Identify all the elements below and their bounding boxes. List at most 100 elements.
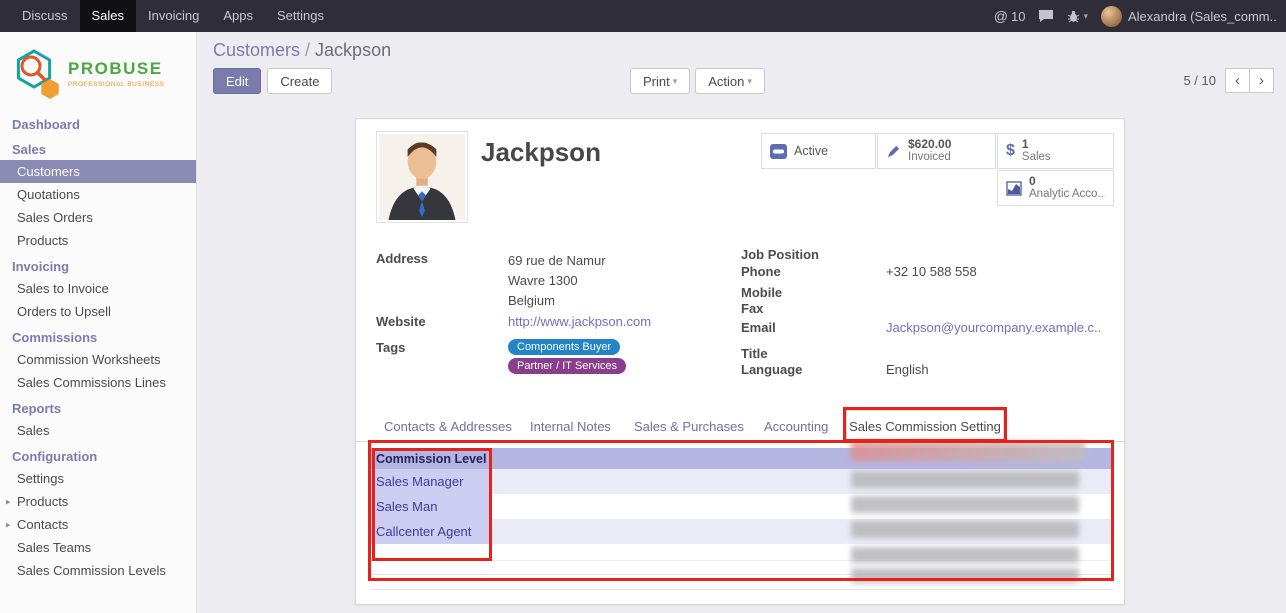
sidebar-item-label: Contacts [17,517,68,532]
active-label: Active [794,144,828,158]
language-label: Language [741,362,802,377]
sidebar-item-config-settings[interactable]: Settings [0,467,196,490]
sidebar-item-orders-to-upsell[interactable]: Orders to Upsell [0,300,196,323]
stat-analytic-accounts[interactable]: 0 Analytic Acco... [997,170,1114,206]
address-line-3: Belgium [508,291,606,311]
sidebar-section-configuration[interactable]: Configuration [0,442,196,467]
sidebar-item-sales-to-invoice[interactable]: Sales to Invoice [0,277,196,300]
language-value: English [886,362,929,377]
sidebar-item-commission-worksheets[interactable]: Commission Worksheets [0,348,196,371]
app-logo[interactable]: PROBUSE PROFESSIONAL BUSINESS [0,32,196,110]
sidebar-section-dashboard[interactable]: Dashboard [0,110,196,135]
sidebar-nav: Dashboard Sales Customers Quotations Sal… [0,110,196,582]
email-link[interactable]: Jackpson@yourcompany.example.c.. [886,320,1101,335]
table-separator-line [370,589,1114,590]
tag-components-buyer[interactable]: Components Buyer [508,339,620,355]
pager-next-button[interactable]: › [1249,68,1274,93]
redacted-cell-blur [851,471,1079,488]
menu-invoicing[interactable]: Invoicing [136,0,211,32]
fax-label: Fax [741,301,763,316]
user-name: Alexandra (Sales_comm.. [1128,9,1276,24]
menu-apps[interactable]: Apps [211,0,265,32]
tags-value: Components Buyer Partner / IT Services [508,339,626,374]
tag-partner-it-services[interactable]: Partner / IT Services [508,358,626,374]
tab-sales-commission-setting[interactable]: Sales Commission Setting [846,410,1004,442]
sidebar-section-sales[interactable]: Sales [0,135,196,160]
website-label: Website [376,314,426,329]
tab-internal-notes[interactable]: Internal Notes [530,419,611,434]
sidebar-item-config-products[interactable]: ▸Products [0,490,196,513]
mention-counter[interactable]: @ 10 [994,8,1026,24]
logo-subtitle: PROFESSIONAL BUSINESS [68,81,165,88]
commission-level-cell[interactable]: Callcenter Agent [370,519,490,544]
address-line-2: Wavre 1300 [508,271,606,291]
main-content: Customers/ Jackpson Edit Create Print▾ Ac… [197,32,1286,613]
website-link[interactable]: http://www.jackpson.com [508,314,651,329]
redacted-cell-blur [851,521,1079,538]
commission-level-cell[interactable]: Sales Man [370,494,490,519]
record-buttons: Edit Create [213,68,332,94]
pencil-icon [886,144,901,159]
debug-icon[interactable]: ▾ [1067,10,1088,23]
redacted-cell-blur [851,496,1079,513]
caret-down-icon: ▾ [1083,11,1088,22]
dollar-icon: $ [1006,142,1015,160]
sidebar-section-commissions[interactable]: Commissions [0,323,196,348]
page: Discuss Sales Invoicing Apps Settings @ … [0,0,1286,613]
sidebar: PROBUSE PROFESSIONAL BUSINESS Dashboard … [0,32,197,613]
stat-sales[interactable]: $ 1 Sales [997,133,1114,169]
tab-accounting[interactable]: Accounting [764,419,828,434]
create-button[interactable]: Create [267,68,332,94]
address-value: 69 rue de Namur Wavre 1300 Belgium [508,251,606,311]
customer-name: Jackpson [481,137,601,168]
chat-icon[interactable] [1038,9,1054,23]
edit-button[interactable]: Edit [213,68,261,94]
sidebar-item-label: Products [17,494,68,509]
tab-contacts-addresses[interactable]: Contacts & Addresses [384,419,512,434]
commission-level-header[interactable]: Commission Level [370,452,490,466]
menu-settings[interactable]: Settings [265,0,336,32]
sidebar-item-sales-orders[interactable]: Sales Orders [0,206,196,229]
stat-active[interactable]: Active [761,133,876,169]
analytic-chart-icon [1006,181,1022,196]
breadcrumb-separator: / [305,40,310,60]
action-label: Action [708,74,744,89]
print-dropdown[interactable]: Print▾ [630,68,690,94]
redacted-cell-blur [851,568,1079,583]
breadcrumb-customers[interactable]: Customers [213,40,300,60]
sidebar-item-sales-commission-levels[interactable]: Sales Commission Levels [0,559,196,582]
person-avatar-image [379,134,465,220]
sidebar-item-sales-commissions-lines[interactable]: Sales Commissions Lines [0,371,196,394]
mention-count: 10 [1011,9,1025,24]
systray: @ 10 ▾ Alexandra (Sales_comm.. [994,0,1286,32]
phone-label: Phone [741,264,781,279]
sales-count: 1 [1022,137,1051,151]
print-label: Print [643,74,670,89]
customer-photo[interactable] [376,131,468,223]
sidebar-item-sales-teams[interactable]: Sales Teams [0,536,196,559]
tab-sales-purchases[interactable]: Sales & Purchases [634,419,744,434]
sales-label: Sales [1022,151,1051,165]
sidebar-item-customers[interactable]: Customers [0,160,196,183]
pager-prev-button[interactable]: ‹ [1225,68,1250,93]
commission-level-cell[interactable]: Sales Manager [370,469,490,494]
redacted-header-blur [851,441,1085,461]
action-dropdown[interactable]: Action▾ [695,68,765,94]
title-label: Title [741,346,768,361]
invoiced-label: Invoiced [908,151,951,165]
sidebar-item-quotations[interactable]: Quotations [0,183,196,206]
menu-sales[interactable]: Sales [80,0,137,32]
sidebar-item-reports-sales[interactable]: Sales [0,419,196,442]
user-menu[interactable]: Alexandra (Sales_comm.. [1101,6,1276,27]
expand-arrow-icon: ▸ [6,519,11,530]
menu-discuss[interactable]: Discuss [10,0,80,32]
sidebar-section-invoicing[interactable]: Invoicing [0,252,196,277]
sidebar-section-reports[interactable]: Reports [0,394,196,419]
invoiced-amount: $620.00 [908,137,951,151]
sidebar-item-products[interactable]: Products [0,229,196,252]
mention-at-icon: @ [994,8,1008,24]
stat-invoiced[interactable]: $620.00 Invoiced [877,133,996,169]
logo-title: PROBUSE [68,59,165,79]
sidebar-item-config-contacts[interactable]: ▸ Contacts [0,513,196,536]
pager: 5 / 10 ‹ › [1183,68,1274,93]
